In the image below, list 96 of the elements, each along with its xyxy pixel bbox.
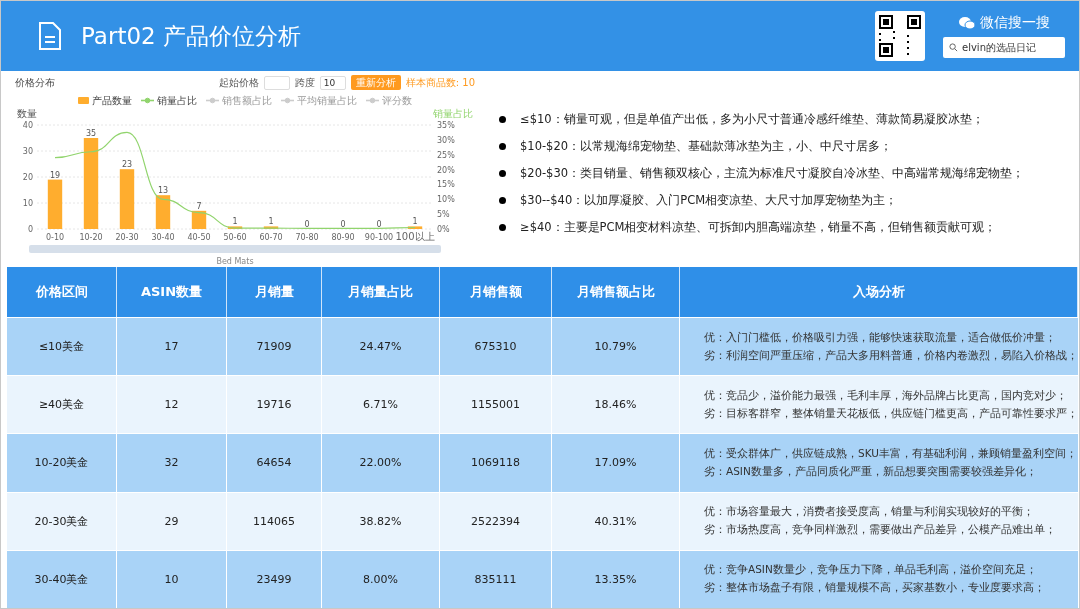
analysis-text: 优：入门门槛低，价格吸引力强，能够快速获取流量，适合做低价冲量； <box>704 330 1057 345</box>
table-cell: 19716 <box>227 375 322 434</box>
table-cell: 1155001 <box>440 375 552 434</box>
axis-label: 20% <box>437 165 455 175</box>
axis-label: 10-20 <box>79 233 103 242</box>
axis-label: 100以上 <box>395 231 435 242</box>
data-label: 1 <box>232 217 238 227</box>
analysis-text: 劣：利润空间严重压缩，产品大多用料普通，价格内卷激烈，易陷入价格战； <box>704 348 1078 363</box>
field-label: 跨度 <box>294 75 315 90</box>
analysis-text: 优：竞争ASIN数量少，竞争压力下降，单品毛利高，溢价空间充足； <box>704 563 1038 578</box>
bullet-text: ≤$10：销量可观，但是单值产出低，多为小尺寸普通冷感纤维垫、薄款简易凝胶冰垫； <box>520 111 984 127</box>
table-cell: 64654 <box>227 433 322 492</box>
table-cell: 10.79% <box>552 317 680 376</box>
axis-label: 40 <box>22 121 33 130</box>
data-label: 19 <box>49 170 61 180</box>
table-cell: ≥40美金 <box>7 375 117 434</box>
axis-label: 10% <box>437 195 455 205</box>
axis-label: 0-10 <box>45 233 65 242</box>
table-cell: 71909 <box>227 317 322 376</box>
table-cell: 40.31% <box>552 491 680 550</box>
data-label: 7 <box>196 201 202 211</box>
table-cell: 12 <box>117 375 227 434</box>
column-header: 月销售额 <box>440 267 552 317</box>
table-cell: 6.71% <box>322 375 440 434</box>
analysis-text: 劣：目标客群窄，整体销量天花板低，供应链门槛更高，产品可靠性要求严； <box>704 406 1078 421</box>
table-cell: 32 <box>117 433 227 492</box>
axis-title: 数量 <box>17 108 37 119</box>
analysis-text: 劣：整体市场盘子有限，销量规模不高，买家基数小，专业度要求高； <box>704 581 1046 596</box>
table-cell: 10 <box>117 549 227 608</box>
data-label: 0 <box>304 220 310 229</box>
analysis-text: 劣：市场热度高，竞争同样激烈，需要做出产品差异，公模产品难出单； <box>704 523 1057 538</box>
table-cell: 24.47% <box>322 317 440 376</box>
data-label: 0 <box>340 220 346 229</box>
column-header: 价格区间 <box>7 267 117 317</box>
axis-label: 20-30 <box>115 233 139 242</box>
axis-title: 销量占比 <box>433 108 473 119</box>
column-header: 月销量 <box>227 267 322 317</box>
table-cell: 23499 <box>227 549 322 608</box>
axis-label: 10 <box>22 199 33 208</box>
axis-label: 0 <box>27 225 33 234</box>
table-cell: 1069118 <box>440 433 552 492</box>
axis-label: 30-40 <box>151 233 175 242</box>
chart-title: 价格分布 <box>15 75 55 90</box>
sample-count: 样本商品数: 10 <box>405 75 475 90</box>
table-cell: 675310 <box>440 317 552 376</box>
axis-label: 20 <box>22 173 33 182</box>
table-cell: 20-30美金 <box>7 491 117 550</box>
table-cell: 38.82% <box>322 491 440 550</box>
axis-label: 5% <box>437 210 450 220</box>
axis-label: 60-70 <box>259 233 283 242</box>
table-cell: 2522394 <box>440 491 552 550</box>
axis-label: 0% <box>437 225 450 234</box>
bullet-text: $10-$20：以常规海绵宠物垫、基础款薄冰垫为主，小、中尺寸居多； <box>520 138 893 154</box>
axis-label: 25% <box>437 150 455 160</box>
table-cell: 30-40美金 <box>7 549 117 608</box>
bullet-text: $30--$40：以加厚凝胶、入门PCM相变凉垫、大尺寸加厚宠物垫为主； <box>520 192 898 208</box>
table-cell: 835111 <box>440 549 552 608</box>
bullet-text: $20-$30：类目销量、销售额双核心，主流为标准尺寸凝胶自冷冰垫、中高端常规海绵宠物垫； <box>520 165 1025 181</box>
table-cell: 29 <box>117 491 227 550</box>
table-cell: ≤10美金 <box>7 317 117 376</box>
axis-label: 40-50 <box>187 233 211 242</box>
table-cell: 10-20美金 <box>7 433 117 492</box>
table-cell: 8.00% <box>322 549 440 608</box>
table-cell: 18.46% <box>552 375 680 434</box>
wechat-search-label: 微信搜一搜 <box>958 14 1050 32</box>
analysis-text: 优：市场容量最大，消费者接受度高，销量与利润实现较好的平衡； <box>704 505 1035 520</box>
axis-label: 30 <box>22 147 33 156</box>
column-header: 入场分析 <box>680 267 1078 317</box>
data-label: 0 <box>376 220 382 229</box>
column-header: 月销量占比 <box>322 267 440 317</box>
field-label: 起始价格 <box>218 75 259 90</box>
axis-label: 80-90 <box>331 233 355 242</box>
table-cell: 17.09% <box>552 433 680 492</box>
analysis-text: 劣：ASIN数量多，产品同质化严重，新品想要突围需要较强差异化； <box>704 465 1038 479</box>
table-cell: 114065 <box>227 491 322 550</box>
table-cell: 22.00% <box>322 433 440 492</box>
data-label: 1 <box>412 217 418 227</box>
axis-title: Bed Mats <box>216 257 254 266</box>
page-title: Part02 产品价位分析 <box>81 21 302 51</box>
column-header: 月销售额占比 <box>552 267 680 317</box>
axis-label: 90-100 <box>364 233 394 242</box>
axis-label: 50-60 <box>223 233 247 242</box>
data-label: 35 <box>85 129 97 138</box>
data-label: 1 <box>268 217 274 227</box>
column-header: ASIN数量 <box>117 267 227 317</box>
analysis-text: 优：竞品少，溢价能力最强，毛利丰厚，海外品牌占比更高，国内竞对少； <box>704 388 1068 403</box>
table-cell: 13.35% <box>552 549 680 608</box>
data-label: 13 <box>157 186 169 196</box>
bullet-text: ≥$40：主要是PCM相变材料凉垫、可拆卸内胆高端凉垫，销量不高，但销售额贡献可观； <box>520 219 997 235</box>
analysis-text: 优：受众群体广，供应链成熟，SKU丰富，有基础利润，兼顾销量盈利空间； <box>704 447 1078 461</box>
axis-label: 35% <box>437 121 455 130</box>
axis-label: 70-80 <box>295 233 319 242</box>
table-cell: 17 <box>117 317 227 376</box>
axis-label: 30% <box>437 135 455 145</box>
axis-label: 15% <box>437 180 455 190</box>
data-label: 23 <box>121 160 133 170</box>
